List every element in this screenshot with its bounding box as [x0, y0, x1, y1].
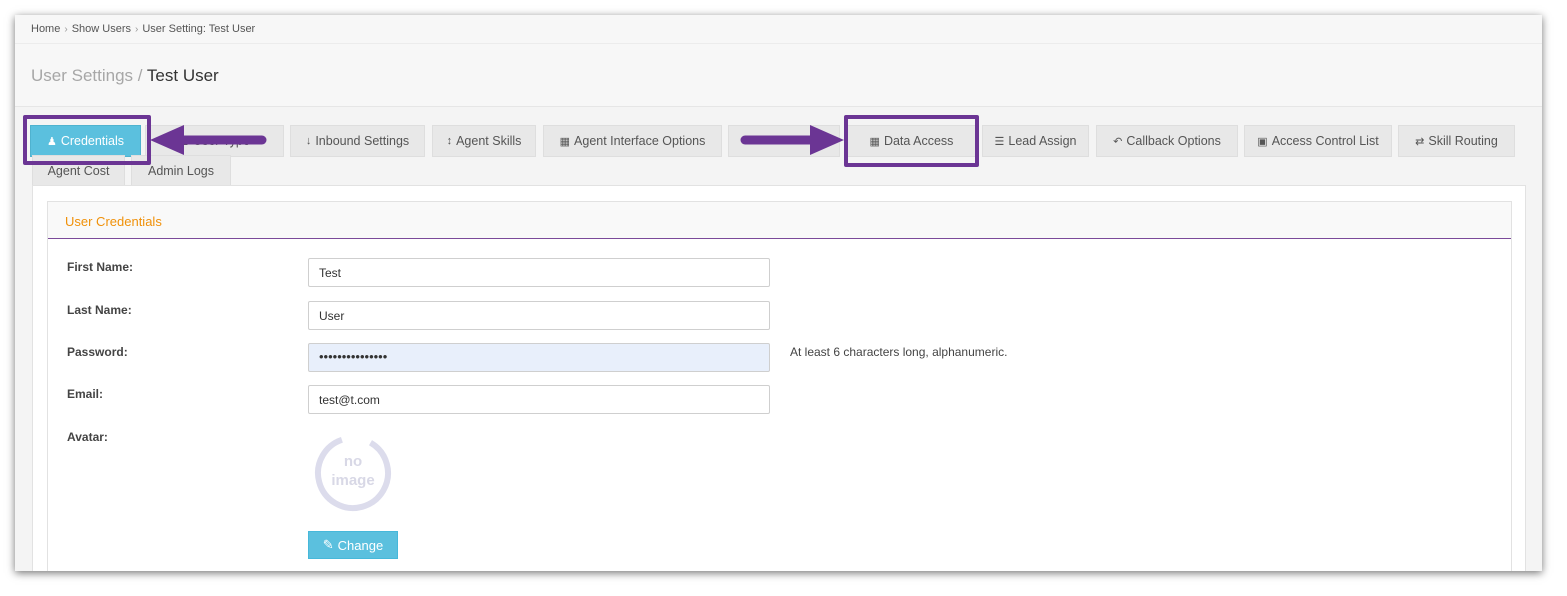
- email-input[interactable]: test@t.com: [308, 385, 770, 414]
- password-input[interactable]: •••••••••••••••: [308, 343, 770, 372]
- breadcrumb: Home › Show Users › User Setting: Test User: [15, 15, 1542, 44]
- user-type-icon: ♟: [179, 135, 190, 148]
- tab-access-control-list[interactable]: ▣ Access Control List: [1244, 125, 1392, 157]
- change-avatar-button[interactable]: ✎ Change: [308, 531, 398, 559]
- lock-icon: ▣: [1257, 135, 1268, 148]
- avatar-placeholder-image: no image: [315, 435, 391, 512]
- arrows-vertical-icon: ↕: [446, 135, 453, 147]
- tab-lead-assign[interactable]: ☰ Lead Assign: [982, 125, 1089, 157]
- last-name-input[interactable]: User: [308, 301, 770, 330]
- highlight-box-data-access: [844, 115, 979, 167]
- shuffle-icon: ⇄: [1415, 135, 1425, 148]
- reply-icon: ↶: [1113, 135, 1123, 148]
- avatar-label: Avatar:: [67, 430, 108, 444]
- edit-icon: ✎: [322, 537, 334, 552]
- tab-agent-interface-options[interactable]: ▦ Agent Interface Options: [543, 125, 722, 157]
- panel-title: User Credentials: [48, 202, 1511, 239]
- password-help-text: At least 6 characters long, alphanumeric…: [790, 345, 1008, 359]
- breadcrumb-home[interactable]: Home: [31, 23, 60, 35]
- page-title-section: User Settings /: [31, 66, 143, 85]
- first-name-label: First Name:: [67, 260, 134, 274]
- breadcrumb-users[interactable]: Show Users: [72, 23, 131, 35]
- grid-icon: ▦: [559, 135, 571, 148]
- list-icon: ☰: [994, 135, 1005, 148]
- tab-user-type[interactable]: ♟ User Type: [145, 125, 284, 157]
- email-label: Email:: [67, 387, 104, 401]
- tab-skill-routing[interactable]: ⇄ Skill Routing: [1398, 125, 1515, 157]
- highlight-box-credentials: [23, 115, 151, 165]
- page-title-name: Test User: [146, 66, 219, 85]
- tab-content: User Credentials First Name: Test Last N…: [32, 185, 1526, 571]
- tab-hidden[interactable]: [728, 125, 840, 157]
- chevron-right-icon: ›: [64, 24, 68, 35]
- password-label: Password:: [67, 345, 128, 359]
- credentials-panel: User Credentials First Name: Test Last N…: [47, 201, 1512, 571]
- app-window: Home › Show Users › User Setting: Test User …: [15, 15, 1542, 571]
- avatar-placeholder-line2: image: [331, 472, 374, 489]
- breadcrumb-current: User Setting: Test User: [142, 23, 256, 35]
- page-title: User Settings / Test User: [15, 44, 1542, 107]
- tab-inbound-settings[interactable]: ↓ Inbound Settings: [290, 125, 425, 157]
- first-name-input[interactable]: Test: [308, 258, 770, 287]
- tab-agent-skills[interactable]: ↕ Agent Skills: [432, 125, 536, 157]
- avatar-placeholder-line1: no: [344, 453, 362, 470]
- tab-callback-options[interactable]: ↶ Callback Options: [1096, 125, 1238, 157]
- arrow-down-icon: ↓: [305, 135, 312, 147]
- last-name-label: Last Name:: [67, 303, 132, 317]
- chevron-right-icon: ›: [134, 24, 139, 35]
